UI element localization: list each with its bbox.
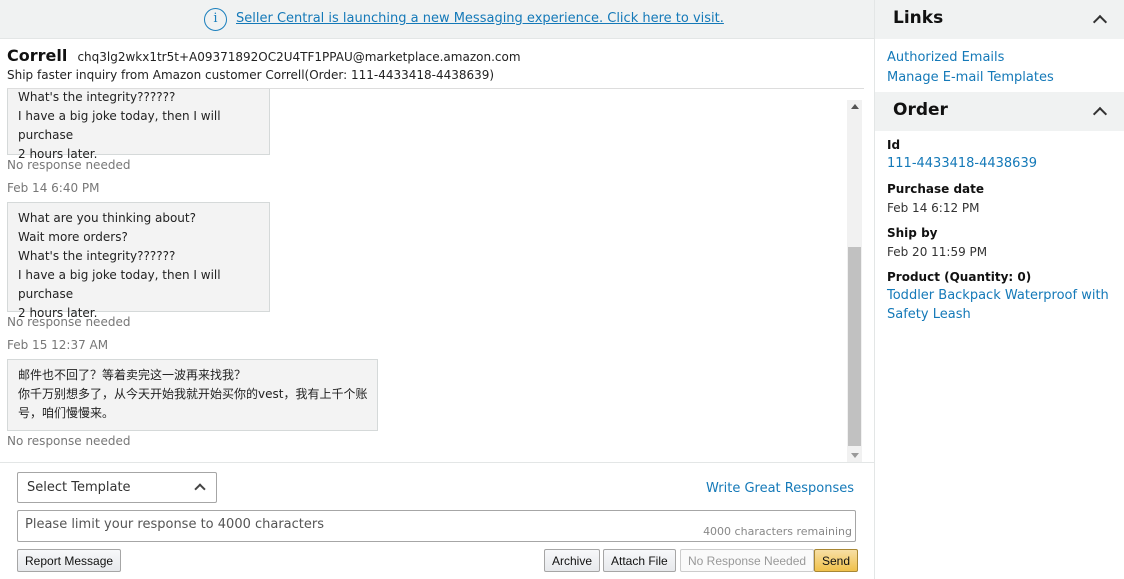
message-line: What's the integrity?????? bbox=[18, 249, 176, 263]
message-line: 邮件也不回了？等着卖完这一波再来找我？ bbox=[18, 368, 247, 382]
message-timestamp: Feb 14 6:40 PM bbox=[7, 181, 100, 195]
reply-textarea[interactable]: Please limit your response to 4000 chara… bbox=[17, 510, 856, 542]
links-section-header[interactable]: Links bbox=[875, 0, 1124, 39]
message-bubble: What's the integrity?????? I have a big … bbox=[7, 89, 270, 161]
manage-email-templates-link[interactable]: Manage E-mail Templates bbox=[887, 70, 1054, 85]
no-response-note: No response needed bbox=[7, 434, 131, 448]
message-thread[interactable]: What's the integrity?????? I have a big … bbox=[0, 89, 864, 462]
message-bubble: 邮件也不回了？等着卖完这一波再来找我？ 你千万别想多了，从今天开始我就开始买你的… bbox=[7, 359, 378, 431]
reply-placeholder: Please limit your response to 4000 chara… bbox=[25, 517, 325, 532]
ship-by-value: Feb 20 11:59 PM bbox=[887, 245, 988, 259]
reply-composer: Select Template Write Great Responses Pl… bbox=[0, 462, 874, 579]
order-section-header[interactable]: Order bbox=[875, 92, 1124, 131]
select-template-label: Select Template bbox=[27, 480, 131, 495]
chevron-up-icon[interactable] bbox=[1092, 106, 1108, 122]
select-template-dropdown[interactable]: Select Template bbox=[17, 472, 217, 503]
order-id-label: Id bbox=[887, 138, 901, 152]
send-button[interactable]: Send bbox=[814, 549, 859, 572]
purchase-date-label: Purchase date bbox=[887, 182, 985, 196]
customer-email: chq3lg2wkx1tr5t+A09371892OC2U4TF1PPAU@ma… bbox=[77, 50, 521, 64]
message-line: What's the integrity?????? bbox=[18, 90, 176, 104]
sidebar: Links Authorized Emails Manage E-mail Te… bbox=[874, 0, 1124, 579]
characters-remaining: 4000 characters remaining bbox=[703, 525, 852, 538]
no-response-note: No response needed bbox=[7, 315, 131, 329]
messaging-window: i Seller Central is launching a new Mess… bbox=[0, 0, 1124, 579]
messaging-banner: i Seller Central is launching a new Mess… bbox=[0, 0, 874, 39]
scroll-up-icon[interactable] bbox=[851, 104, 859, 109]
message-bubble: What are you thinking about? Wait more o… bbox=[7, 202, 270, 320]
links-title: Links bbox=[893, 8, 944, 28]
info-icon: i bbox=[204, 8, 227, 31]
message-timestamp: Feb 15 12:37 AM bbox=[7, 338, 109, 352]
authorized-emails-link[interactable]: Authorized Emails bbox=[887, 50, 1004, 65]
conversation-header: Correll chq3lg2wkx1tr5t+A09371892OC2U4TF… bbox=[7, 46, 864, 82]
new-messaging-link[interactable]: Seller Central is launching a new Messag… bbox=[236, 11, 724, 26]
message-line: What are you thinking about? bbox=[18, 211, 196, 225]
product-label: Product (Quantity: 0) bbox=[887, 270, 1032, 284]
attach-file-button[interactable]: Attach File bbox=[603, 549, 676, 572]
conversation-panel: i Seller Central is launching a new Mess… bbox=[0, 0, 874, 579]
order-id-link[interactable]: 111-4433418-4438639 bbox=[887, 156, 1037, 171]
report-message-button[interactable]: Report Message bbox=[17, 549, 122, 572]
no-response-needed-button[interactable]: No Response Needed bbox=[680, 549, 815, 572]
product-link-line2[interactable]: Safety Leash bbox=[887, 307, 971, 322]
scroll-down-icon[interactable] bbox=[851, 453, 859, 458]
chevron-up-icon bbox=[194, 483, 206, 495]
archive-button[interactable]: Archive bbox=[544, 549, 601, 572]
order-title: Order bbox=[893, 100, 948, 120]
message-line: I have a big joke today, then I will pur… bbox=[18, 109, 221, 142]
message-line: I have a big joke today, then I will pur… bbox=[18, 268, 221, 301]
scrollbar-thumb[interactable] bbox=[848, 247, 861, 446]
customer-name: Correll bbox=[7, 46, 68, 65]
write-great-responses-link[interactable]: Write Great Responses bbox=[706, 481, 854, 496]
ship-by-label: Ship by bbox=[887, 226, 938, 240]
chevron-up-icon[interactable] bbox=[1092, 14, 1108, 30]
message-line: 号，咱们慢慢来。 bbox=[18, 406, 115, 420]
message-line: Wait more orders? bbox=[18, 230, 128, 244]
product-link-line1[interactable]: Toddler Backpack Waterproof with bbox=[887, 288, 1109, 303]
thread-scrollbar[interactable] bbox=[847, 100, 862, 462]
purchase-date-value: Feb 14 6:12 PM bbox=[887, 201, 980, 215]
no-response-note: No response needed bbox=[7, 158, 131, 172]
conversation-subject: Ship faster inquiry from Amazon customer… bbox=[7, 68, 495, 82]
message-line: 你千万别想多了，从今天开始我就开始买你的vest，我有上千个账 bbox=[18, 387, 368, 401]
